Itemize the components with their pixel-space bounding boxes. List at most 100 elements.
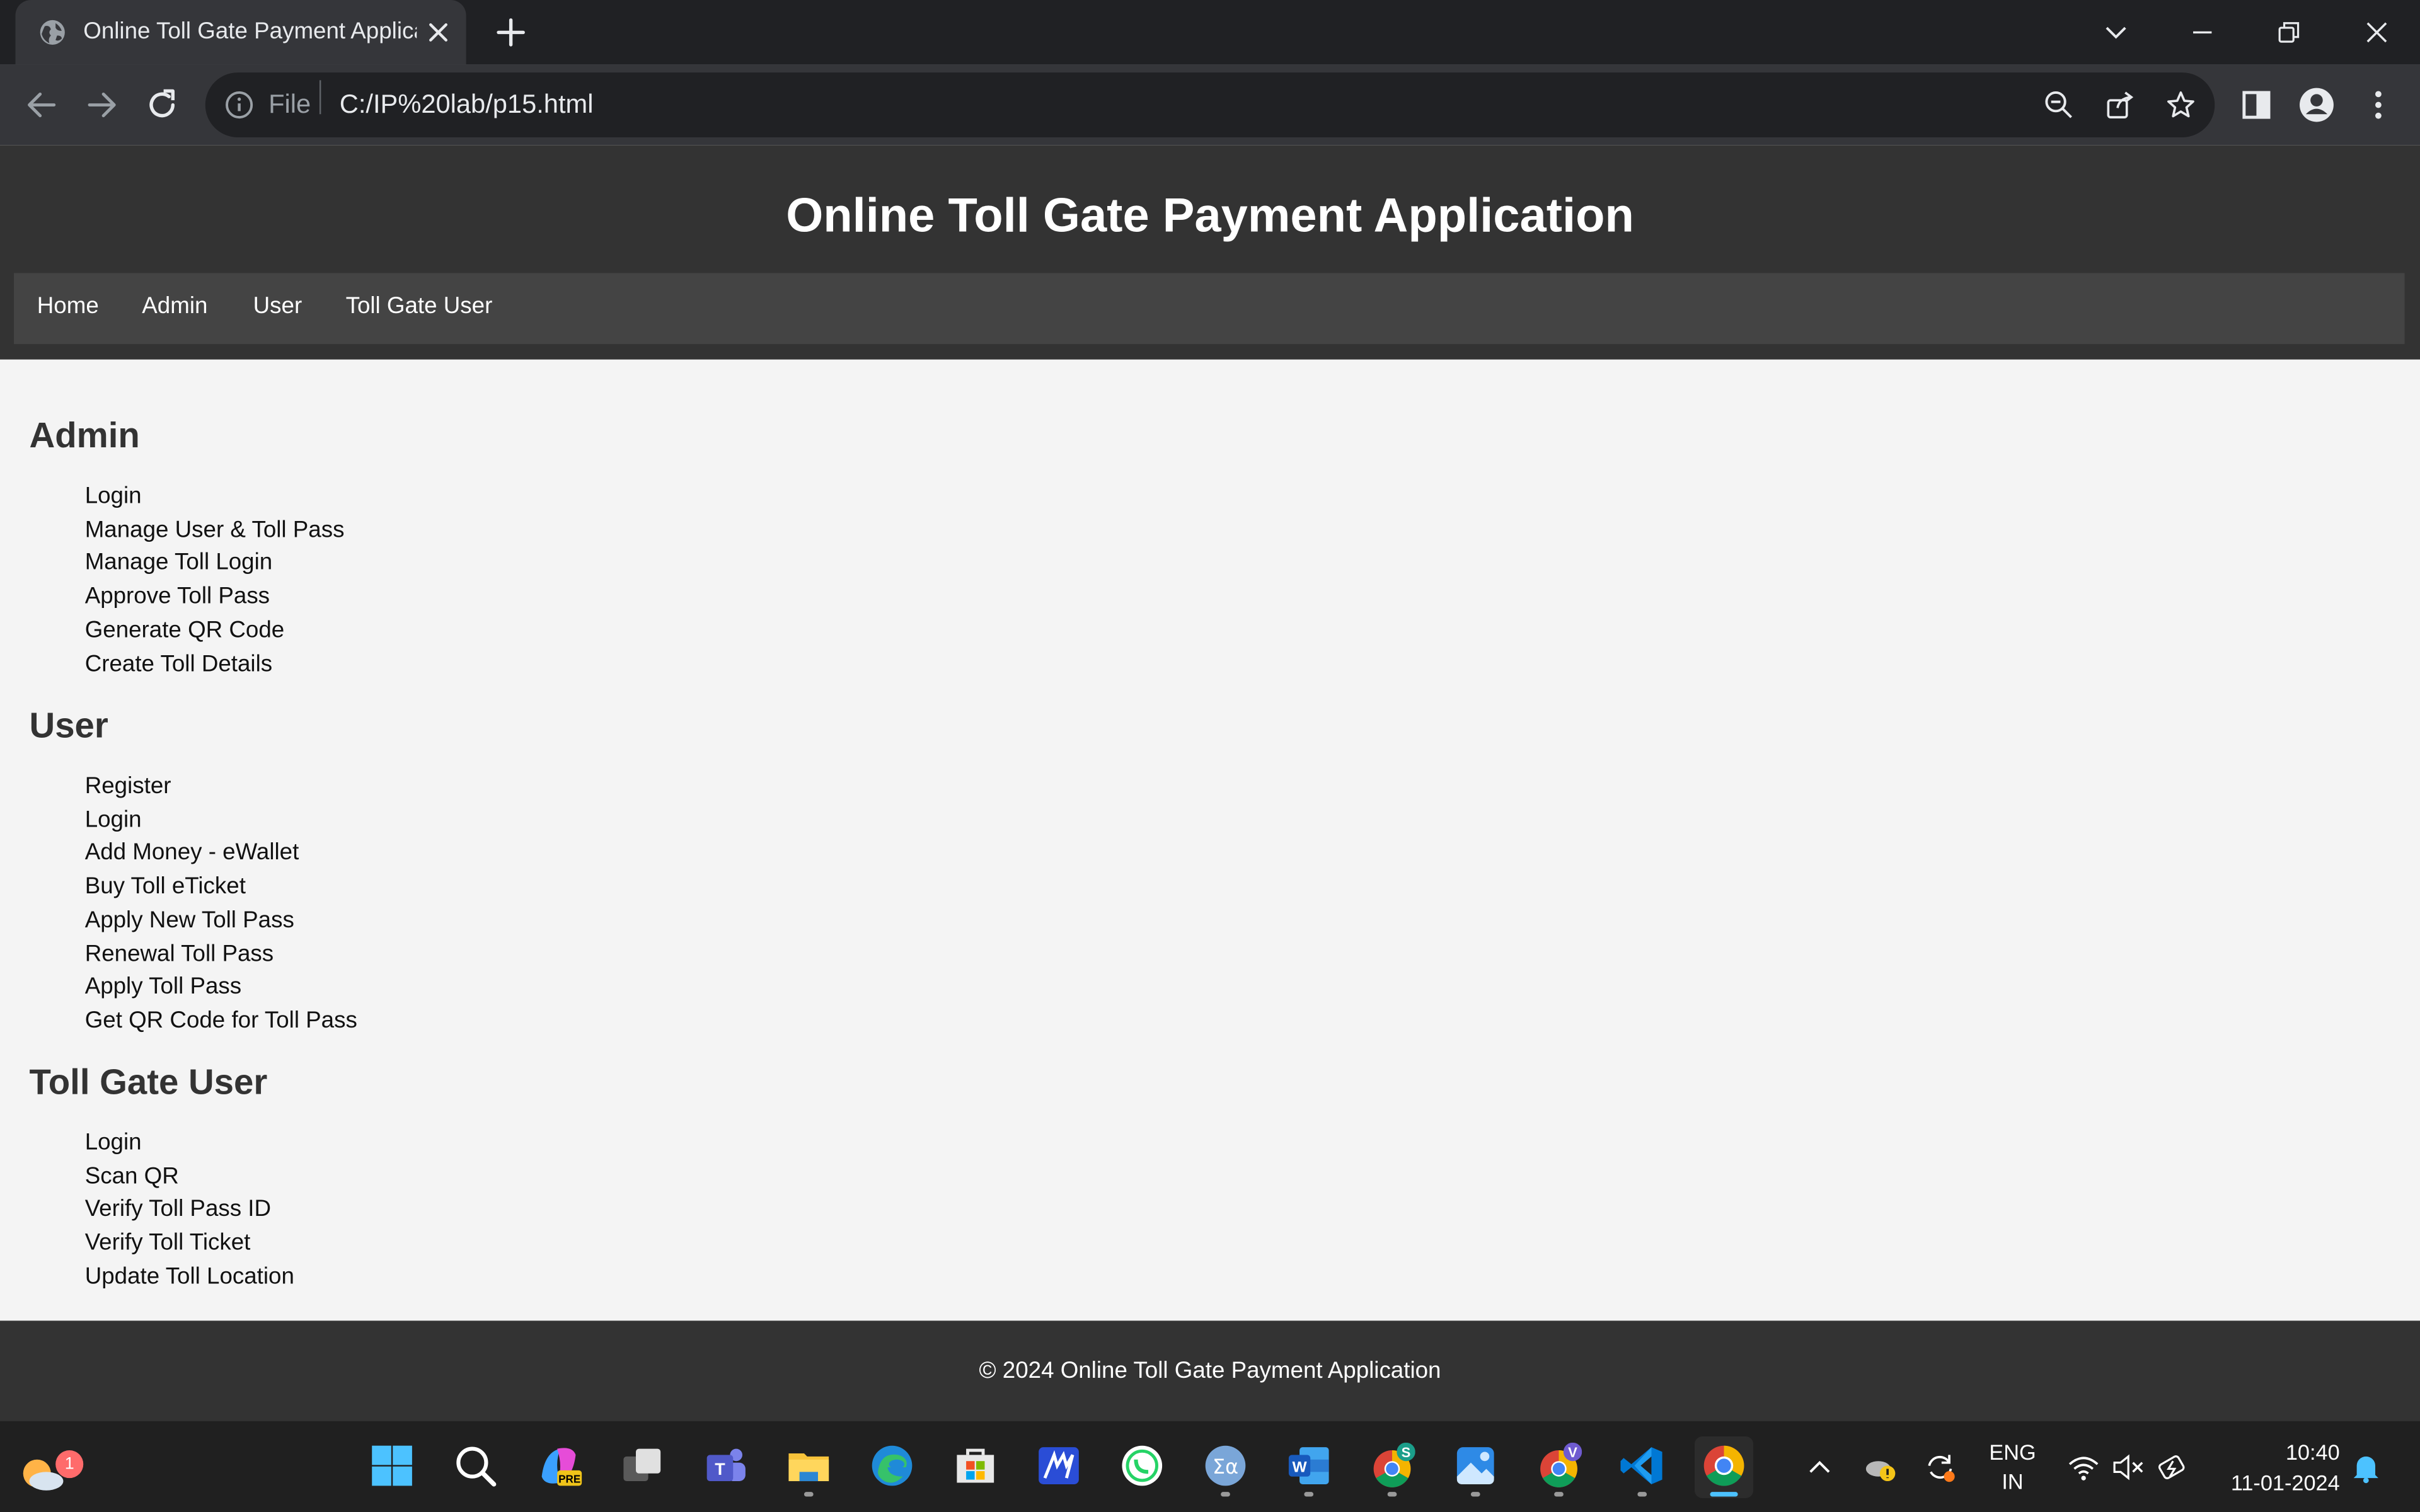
- site-info-icon[interactable]: [224, 89, 255, 120]
- tab-search-chevron-icon[interactable]: [2093, 9, 2139, 55]
- language-code: ENG: [1989, 1439, 2036, 1465]
- running-indicator: [1387, 1492, 1397, 1497]
- list-item: Login: [84, 483, 142, 510]
- vscode-icon: [1620, 1447, 1662, 1484]
- svg-text:W: W: [1293, 1458, 1308, 1475]
- bookmark-star-icon[interactable]: [2165, 89, 2196, 120]
- footer-copyright: © 2024 Online Toll Gate Payment Applicat…: [979, 1358, 1441, 1384]
- page-title: Online Toll Gate Payment Application: [786, 188, 1634, 243]
- taskbar-vscode[interactable]: [1613, 1436, 1671, 1498]
- share-icon[interactable]: [2105, 89, 2136, 120]
- copilot-badge: PRE: [558, 1472, 580, 1485]
- language-indicator[interactable]: ENG IN: [1985, 1438, 2040, 1496]
- maple-icon: [1039, 1447, 1079, 1484]
- taskbar-math-app[interactable]: Σα: [1196, 1436, 1255, 1498]
- nav-link-admin[interactable]: Admin: [142, 292, 207, 323]
- sync-icon[interactable]: [1923, 1450, 1957, 1484]
- list-item: Add Money - eWallet: [84, 840, 299, 866]
- list-item: Manage User & Toll Pass: [84, 516, 345, 543]
- forward-arrow-icon[interactable]: [82, 85, 122, 125]
- taskbar-file-explorer[interactable]: [780, 1436, 838, 1498]
- chrome-s-icon: S: [1373, 1442, 1415, 1487]
- taskbar-maple[interactable]: [1029, 1436, 1088, 1498]
- wifi-icon[interactable]: [2066, 1450, 2100, 1484]
- copilot-icon: PRE: [541, 1448, 582, 1486]
- taskbar-photos[interactable]: [1446, 1436, 1505, 1498]
- weather-badge: 1: [55, 1450, 84, 1479]
- running-indicator: [1470, 1492, 1480, 1497]
- new-tab-icon[interactable]: [491, 13, 531, 53]
- nav-link-user[interactable]: User: [253, 292, 302, 323]
- profile-avatar-icon[interactable]: [2296, 85, 2337, 125]
- nav-link-home[interactable]: Home: [37, 292, 99, 323]
- url-text[interactable]: C:/IP%20lab/p15.html: [340, 89, 594, 120]
- windows-taskbar: 1 PRE T Σα W S V ENG IN 10:40 11-01-2024: [0, 1421, 2420, 1512]
- taskbar-edge[interactable]: [863, 1436, 921, 1498]
- address-bar[interactable]: File C:/IP%20lab/p15.html: [205, 72, 2215, 137]
- volume-muted-icon[interactable]: [2111, 1450, 2145, 1484]
- notification-bell-icon[interactable]: [2349, 1450, 2383, 1484]
- site-navbar: Home Admin User Toll Gate User: [14, 273, 2405, 345]
- tab-title: Online Toll Gate Payment Application: [83, 18, 417, 45]
- nav-link-toll-gate-user[interactable]: Toll Gate User: [346, 292, 493, 323]
- browser-tab[interactable]: Online Toll Gate Payment Application: [15, 0, 466, 65]
- toll-gate-user-list: Login Scan QR Verify Toll Pass ID Verify…: [85, 1126, 294, 1294]
- web-page: Online Toll Gate Payment Application Hom…: [0, 145, 2420, 1421]
- store-icon: [957, 1448, 994, 1483]
- profile-badge-s: S: [1402, 1445, 1411, 1460]
- taskbar-copilot[interactable]: PRE: [529, 1436, 588, 1498]
- start-button[interactable]: [363, 1436, 422, 1498]
- taskbar-search-button[interactable]: [446, 1436, 505, 1498]
- clock[interactable]: 10:40 11-01-2024: [2201, 1436, 2340, 1498]
- svg-text:T: T: [715, 1460, 725, 1479]
- zoom-out-icon[interactable]: [2043, 89, 2074, 120]
- list-item: Approve Toll Pass: [84, 583, 270, 610]
- edge-icon: [872, 1445, 913, 1486]
- teams-icon: T: [706, 1448, 746, 1482]
- list-item: Create Toll Details: [84, 650, 273, 677]
- active-indicator: [1710, 1492, 1738, 1497]
- side-panel-icon[interactable]: [2237, 85, 2277, 125]
- battery-charging-icon[interactable]: [2156, 1450, 2190, 1484]
- math-icon: Σα: [1205, 1445, 1246, 1486]
- list-item: Verify Toll Pass ID: [84, 1196, 272, 1223]
- minimize-icon[interactable]: [2179, 9, 2225, 55]
- word-icon: W: [1288, 1447, 1329, 1484]
- section-title-admin: Admin: [29, 415, 140, 455]
- list-item: Register: [84, 772, 171, 799]
- running-indicator: [1637, 1492, 1647, 1497]
- reload-icon[interactable]: [142, 85, 182, 125]
- clock-date: 11-01-2024: [2230, 1470, 2340, 1496]
- admin-list: Login Manage User & Toll Pass Manage Tol…: [85, 480, 345, 681]
- taskbar-word[interactable]: W: [1279, 1436, 1338, 1498]
- browser-toolbar: File C:/IP%20lab/p15.html: [0, 64, 2420, 146]
- back-arrow-icon[interactable]: [21, 85, 62, 125]
- chevron-up-icon[interactable]: [1802, 1450, 1836, 1484]
- weather-widget[interactable]: 1: [15, 1436, 84, 1498]
- taskbar-chrome-active[interactable]: [1695, 1436, 1754, 1498]
- task-view-icon: [623, 1448, 661, 1482]
- taskbar-whatsapp[interactable]: [1113, 1436, 1172, 1498]
- taskbar-store[interactable]: [946, 1436, 1005, 1498]
- close-tab-icon[interactable]: [423, 17, 454, 48]
- list-item: Login: [84, 1129, 142, 1156]
- list-item: Renewal Toll Pass: [84, 940, 274, 967]
- user-list: Register Login Add Money - eWallet Buy T…: [85, 770, 357, 1038]
- running-indicator: [1221, 1492, 1230, 1497]
- clock-time: 10:40: [2285, 1439, 2340, 1465]
- more-menu-icon[interactable]: [2358, 85, 2399, 125]
- onedrive-warning-icon[interactable]: [1863, 1450, 1897, 1484]
- running-indicator: [1304, 1492, 1314, 1497]
- restore-icon[interactable]: [2266, 9, 2312, 55]
- file-explorer-icon: [788, 1453, 829, 1482]
- taskbar-chrome-profile-s[interactable]: S: [1363, 1436, 1421, 1498]
- list-item: Verify Toll Ticket: [84, 1230, 251, 1256]
- running-indicator: [1554, 1492, 1564, 1497]
- running-indicator: [804, 1492, 814, 1497]
- taskbar-task-view[interactable]: [613, 1436, 671, 1498]
- globe-icon: [40, 20, 65, 45]
- close-window-icon[interactable]: [2354, 9, 2400, 55]
- url-scheme: File: [268, 89, 311, 119]
- taskbar-teams[interactable]: T: [696, 1436, 754, 1498]
- taskbar-chrome-profile-v[interactable]: V: [1530, 1436, 1588, 1498]
